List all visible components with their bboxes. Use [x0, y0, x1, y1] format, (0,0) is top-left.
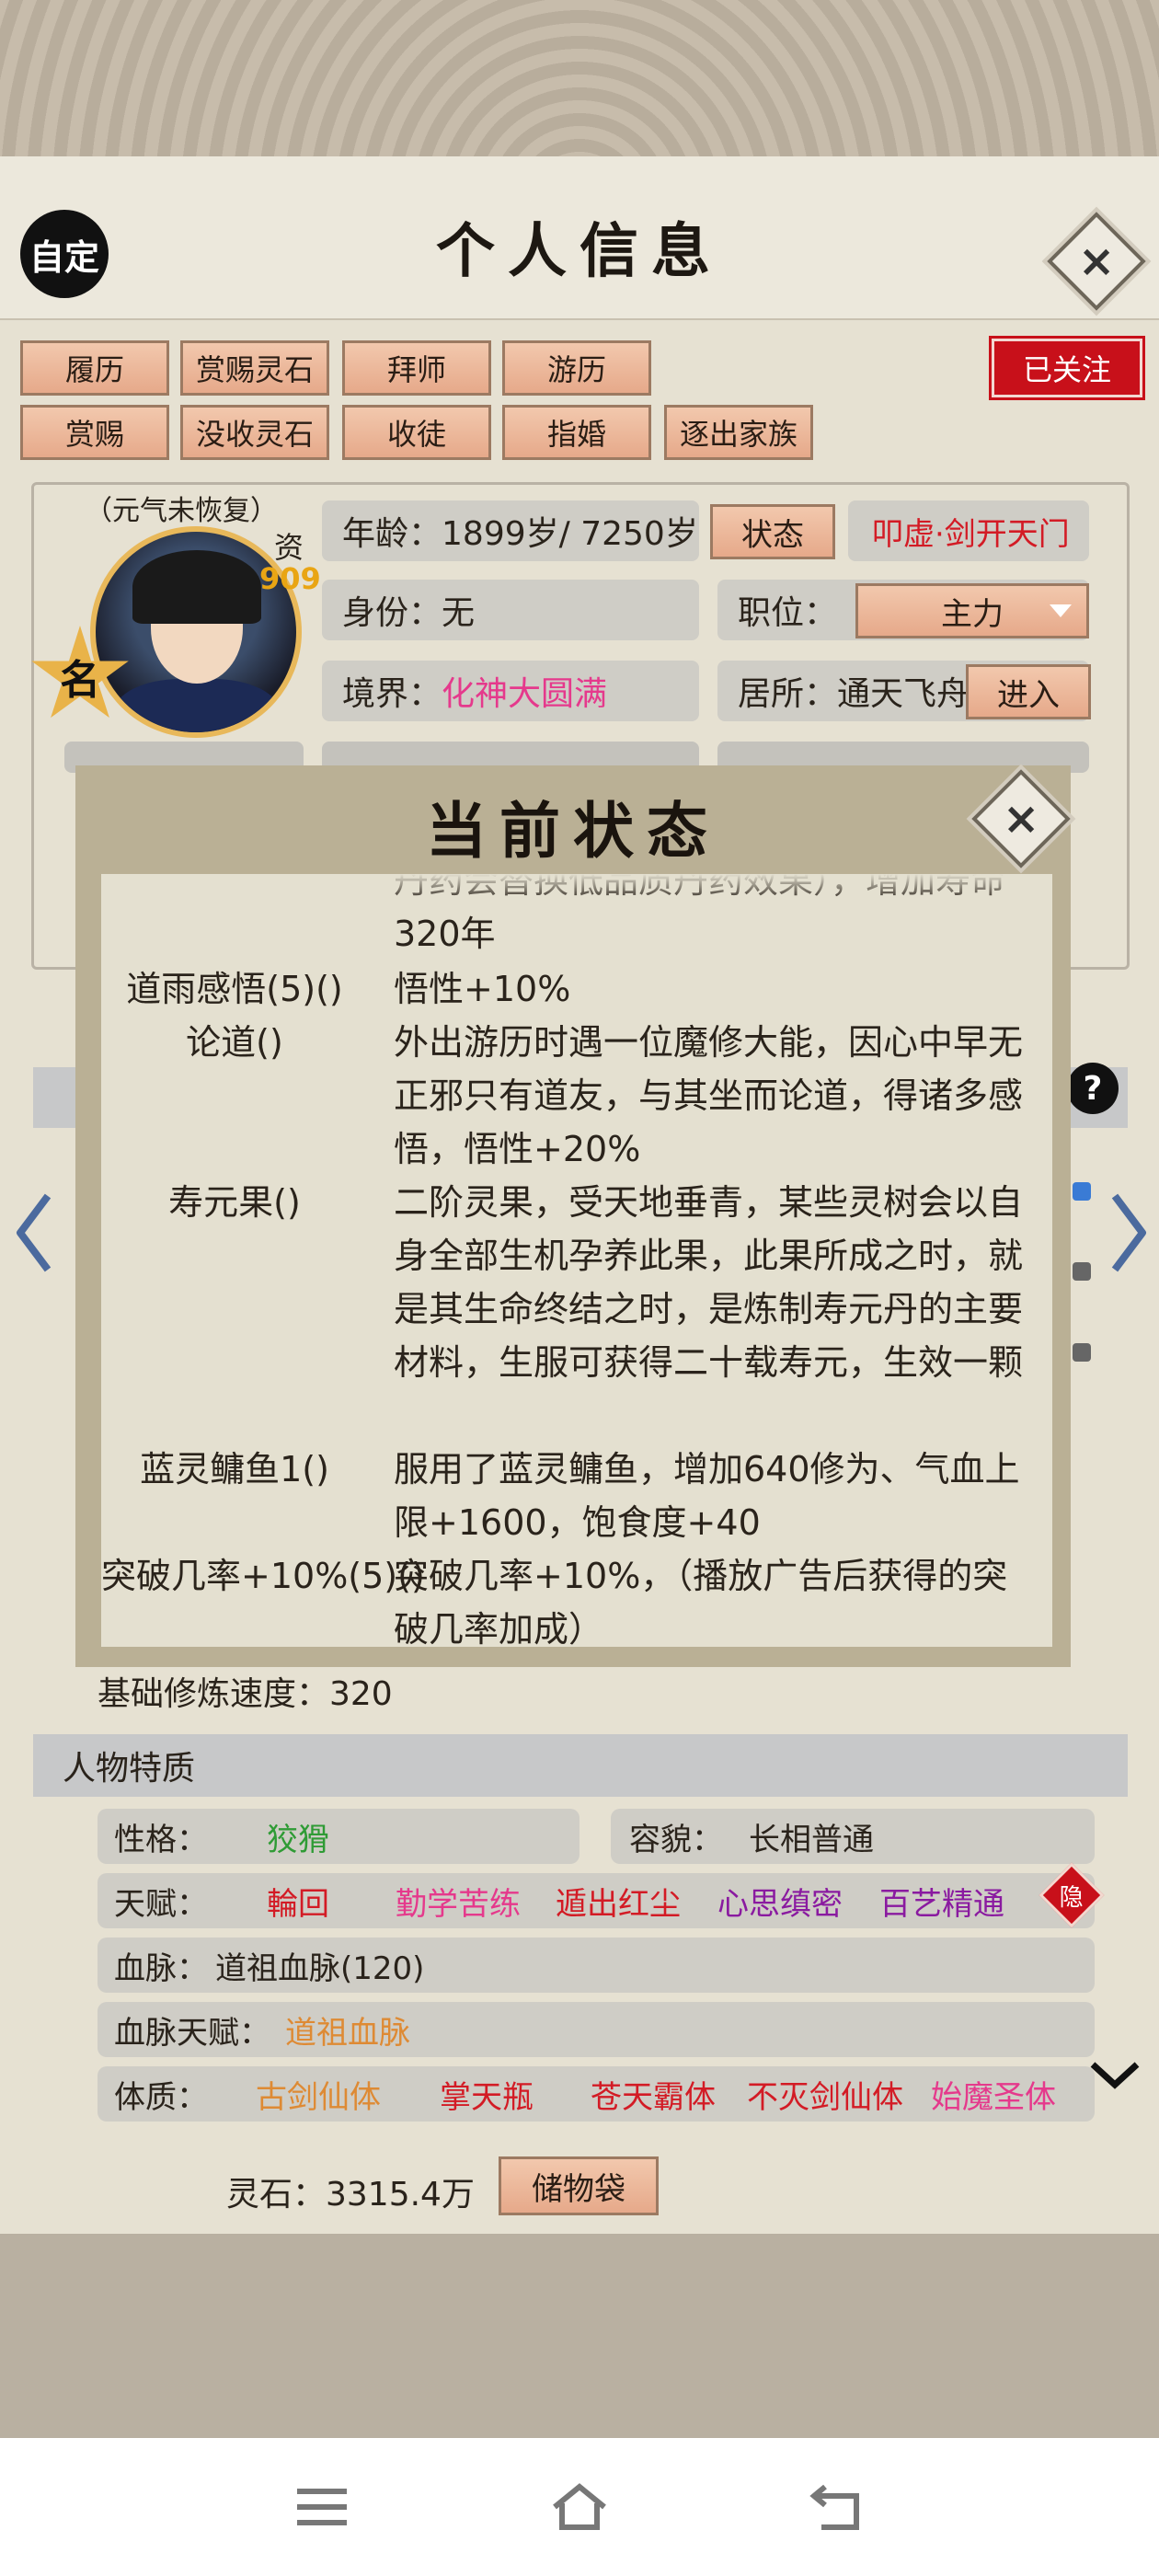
status-desc: 服用了蓝灵鳙鱼，增加640修为、气血上限+1600，饱食度+40 [394, 1449, 1020, 1543]
physique-item[interactable]: 不灭剑仙体 [747, 2072, 903, 2117]
skill-field: 叩虚·剑开天门 [848, 500, 1089, 561]
appearance-row: 容貌： 长相普通 [611, 1809, 1095, 1864]
prev-arrow-button[interactable] [7, 1178, 63, 1288]
talent-item[interactable]: 百艺精通 [879, 1879, 1004, 1924]
appearance-value: 长相普通 [749, 1821, 874, 1858]
age-value: 1899岁/ 7250岁 [442, 515, 698, 553]
aptitude-value: 909 [259, 561, 321, 596]
bloodline-talent-value: 道祖血脉 [285, 2014, 410, 2052]
talent-row: 天赋： 輪回 勤学苦练 遁出红尘 心思缜密 百艺精通 [98, 1873, 1095, 1928]
top-decor-band [0, 0, 1159, 156]
status-desc: 二阶灵果，受天地垂青，某些灵树会以自身全部生机孕养此果，此果所成之时，就是其生命… [394, 1182, 1024, 1383]
status-desc: 突破几率+10%，（播放广告后获得的突破几率加成） [394, 1556, 1008, 1647]
talent-item[interactable]: 勤学苦练 [396, 1879, 521, 1924]
chevron-left-icon [17, 1193, 52, 1272]
status-list[interactable]: 丹药会替换低品质丹药效果），增加寿命320年 道雨感悟(5)() 悟性+10% … [101, 874, 1052, 1647]
status-name: 寿元果() [168, 1182, 301, 1223]
action-button-history[interactable]: 履历 [20, 340, 169, 396]
bloodline-value: 道祖血脉(120) [215, 1949, 425, 1987]
residence-label: 居所： [738, 675, 838, 713]
age-label: 年龄： [342, 515, 442, 553]
talent-item[interactable]: 遁出红尘 [556, 1879, 681, 1924]
personality-label: 性格： [114, 1821, 208, 1858]
physique-label: 体质： [114, 2078, 208, 2116]
physique-item[interactable]: 苍天霸体 [591, 2072, 716, 2117]
physique-item[interactable]: 始魔圣体 [931, 2072, 1056, 2117]
toggle-indicator-2[interactable] [1073, 1262, 1091, 1281]
base-cultivation-speed: 基础修炼速度：320 [98, 1675, 393, 1713]
enter-button[interactable]: 进入 [966, 664, 1091, 719]
follow-badge[interactable]: 已关注 [992, 339, 1142, 397]
position-dropdown[interactable]: 主力 [855, 583, 1089, 638]
back-icon [809, 2484, 859, 2530]
talent-item[interactable]: 輪回 [267, 1879, 329, 1924]
action-button-apprentice[interactable]: 拜师 [342, 340, 491, 396]
traits-section-header: 人物特质 [33, 1734, 1128, 1797]
help-icon[interactable]: ? [1067, 1063, 1119, 1114]
identity-label: 身份： [342, 594, 442, 632]
status-button[interactable]: 状态 [710, 504, 835, 559]
status-name: 蓝灵鳙鱼1() [140, 1449, 329, 1489]
residence-value: 通天飞舟 [837, 675, 970, 713]
physique-item[interactable]: 掌天瓶 [440, 2072, 534, 2117]
realm-field: 境界： 化神大圆满 [322, 661, 699, 721]
realm-value: 化神大圆满 [442, 675, 608, 713]
personality-value: 狡猾 [267, 1821, 329, 1858]
action-button-reward-stone[interactable]: 赏赐灵石 [180, 340, 329, 396]
menu-nav-button[interactable] [276, 2475, 368, 2539]
identity-value: 无 [442, 594, 476, 632]
avatar-caption: （元气未恢复） [85, 495, 278, 527]
bloodline-talent-row: 血脉天赋： 道祖血脉 [98, 2002, 1095, 2057]
avatar-portrait [90, 526, 302, 738]
action-button-arrange-marriage[interactable]: 指婚 [502, 405, 651, 460]
position-value: 主力 [941, 595, 1004, 633]
close-icon: × [1002, 793, 1040, 845]
action-button-confiscate-stone[interactable]: 没收灵石 [180, 405, 329, 460]
age-field: 年龄： 1899岁/ 7250岁 [322, 500, 699, 561]
identity-field: 身份：无 [322, 580, 699, 640]
close-icon: × [1077, 236, 1116, 287]
menu-icon [297, 2489, 347, 2525]
modal-title: 当前状态 [426, 795, 720, 867]
dropdown-arrow-icon [1050, 604, 1072, 617]
talent-label: 天赋： [114, 1885, 208, 1923]
talent-item[interactable]: 心思缜密 [717, 1879, 843, 1924]
bottom-decor-band [0, 2234, 1159, 2438]
page-title: 个人信息 [436, 217, 723, 286]
action-button-reward[interactable]: 赏赐 [20, 405, 169, 460]
physique-row: 体质： 古剑仙体 掌天瓶 苍天霸体 不灭剑仙体 始魔圣体 [98, 2066, 1095, 2122]
status-desc: 外出游历时遇一位魔修大能，因心中早无正邪只有道友，与其坐而论道，得诸多感悟，悟性… [394, 1022, 1024, 1169]
appearance-label: 容貌： [629, 1821, 723, 1858]
action-button-take-disciple[interactable]: 收徒 [342, 405, 491, 460]
toggle-indicator-1[interactable] [1073, 1182, 1091, 1201]
realm-label: 境界： [342, 675, 442, 713]
spirit-stone-amount: 灵石：3315.4万 [226, 2176, 475, 2214]
next-arrow-button[interactable] [1100, 1178, 1155, 1288]
custom-button[interactable]: 自定 [20, 210, 109, 298]
bloodline-talent-label: 血脉天赋： [114, 2014, 270, 2052]
personality-row: 性格： 狡猾 [98, 1809, 580, 1864]
position-label: 职位： [738, 594, 838, 632]
home-icon [553, 2483, 606, 2530]
expand-chevron-icon[interactable] [1087, 2057, 1142, 2094]
status-name: 道雨感悟(5)() [126, 969, 343, 1009]
toggle-indicator-3[interactable] [1073, 1343, 1091, 1362]
storage-bag-button[interactable]: 储物袋 [499, 2156, 659, 2215]
bloodline-label: 血脉： [114, 1949, 208, 1987]
action-button-expel[interactable]: 逐出家族 [664, 405, 813, 460]
action-button-travel[interactable]: 游历 [502, 340, 651, 396]
status-name: 论道() [186, 1022, 283, 1063]
status-desc: 悟性+10% [394, 969, 571, 1009]
home-nav-button[interactable] [534, 2475, 625, 2539]
back-nav-button[interactable] [791, 2475, 883, 2539]
avatar[interactable]: 名 （元气未恢复） 资 909 [28, 488, 331, 738]
physique-item[interactable]: 古剑仙体 [256, 2072, 381, 2117]
status-name: 突破几率+10%(5)() [101, 1556, 425, 1596]
bloodline-row: 血脉： 道祖血脉(120) [98, 1938, 1095, 1993]
chevron-right-icon [1111, 1193, 1146, 1272]
